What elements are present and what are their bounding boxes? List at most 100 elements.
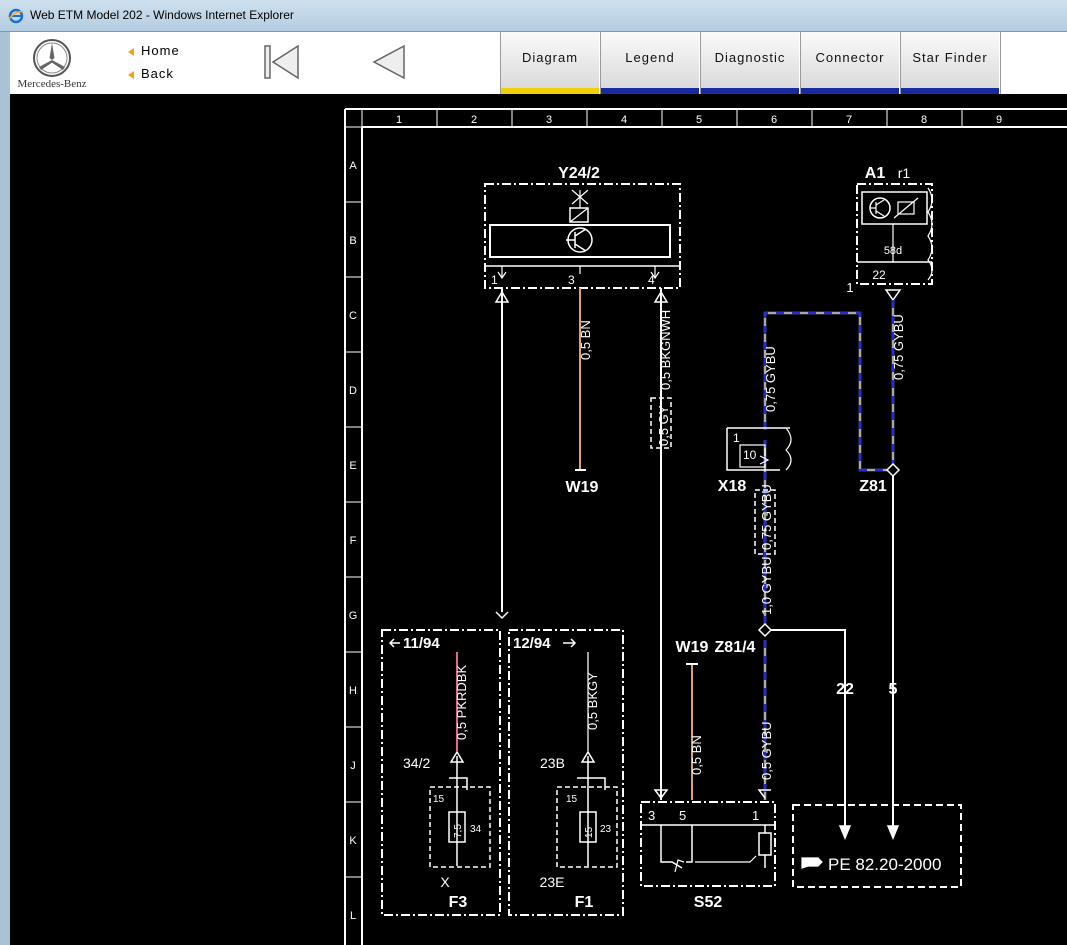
label-s52: S52: [694, 894, 723, 911]
wires-gybu[interactable]: [763, 300, 895, 800]
wire-label: 22: [836, 681, 854, 698]
previous-page-icon[interactable]: [368, 40, 412, 84]
arrow-left-icon: [388, 638, 400, 648]
back-link[interactable]: Back: [128, 66, 174, 81]
grid-row-label: K: [349, 835, 357, 847]
pin-label: 10: [743, 448, 757, 462]
grid-column-label: 8: [921, 114, 927, 126]
arrow-right-icon: [563, 638, 577, 648]
grid-row-label: L: [350, 910, 356, 922]
pe-reference-label: PE 82.20-2000: [828, 855, 941, 874]
grid-row-label: C: [349, 310, 357, 322]
component-s52[interactable]: [640, 789, 776, 887]
wire-label: 0,5 BKGNWH: [658, 310, 673, 390]
tab-divider: [1000, 32, 1001, 94]
grid-row-label: H: [349, 685, 357, 697]
grid-column-label: 7: [846, 114, 852, 126]
label-w19: W19: [676, 639, 709, 656]
wire-label: 0,5 GY: [656, 405, 671, 446]
grid-column-label: 6: [771, 114, 777, 126]
label-z81-4: Z81/4: [715, 639, 756, 656]
pin-label: 1: [752, 808, 759, 823]
wire-label: 0,75 GYBU: [759, 484, 774, 550]
grid-column-label: 5: [696, 114, 702, 126]
wire-label: 0,5 GYBU: [759, 721, 774, 780]
wire-label: 0,75 GYBU: [763, 346, 778, 412]
fuse-rating: 15: [584, 826, 595, 838]
tab-diagnostic[interactable]: Diagnostic: [700, 32, 799, 94]
grid-column-label: 2: [471, 114, 477, 126]
window-frame: [0, 32, 10, 945]
fuse-rating: 7,5: [453, 824, 464, 838]
wire-label: 1,0 GYBU: [759, 556, 774, 615]
label-z81: Z81: [859, 478, 887, 495]
orange-arrow-icon: [128, 47, 134, 56]
pin-label: 3: [568, 273, 575, 287]
ie-icon: [8, 8, 24, 24]
wire-label: 0,5 BKGY: [585, 672, 600, 730]
component-a1[interactable]: [856, 183, 933, 302]
pin-label: 15: [433, 794, 445, 805]
label-w19: W19: [566, 479, 599, 496]
first-page-icon[interactable]: [260, 40, 304, 84]
grid-row-labels: A B C D E F G H J K L: [345, 126, 362, 922]
pin-label: 34: [470, 824, 482, 835]
brand-label: Mercedes-Benz: [17, 78, 87, 90]
toolbar: Mercedes-Benz Home Back Diagram Legend D…: [10, 32, 1067, 94]
title-bar: Web ETM Model 202 - Windows Internet Exp…: [0, 0, 1067, 32]
pin-label: 5: [679, 808, 686, 823]
pin-label: 3: [648, 808, 655, 823]
label-a1: A1: [865, 165, 886, 182]
wire-bn-s52[interactable]: [686, 663, 698, 800]
pin-label: 1: [491, 273, 498, 287]
pin-label: 1: [733, 431, 740, 445]
grid-column-label: 9: [996, 114, 1002, 126]
label-f1: F1: [575, 894, 594, 911]
pin-label: 58d: [884, 245, 902, 257]
wiring-diagram[interactable]: 1 2 34 5 6 7 8 9 A B C D E F G H J K L Y24/2 1 3 4 0,5 BN…: [10, 94, 1067, 945]
grid-column-label: 4: [621, 114, 627, 126]
label-x18: X18: [718, 478, 747, 495]
reference-label: 11/94: [403, 635, 440, 652]
wires-y24-2[interactable]: [494, 288, 672, 800]
grid-column-labels: 1 2 3 4 5 6 7 8 9: [361, 109, 1002, 127]
grid-row-label: E: [349, 460, 356, 472]
component-f1[interactable]: [508, 629, 624, 916]
tab-connector[interactable]: Connector: [800, 32, 899, 94]
pin-label: 23E: [540, 874, 565, 890]
tab-diagram[interactable]: Diagram: [500, 32, 599, 94]
wire-label: 0,5 BN: [689, 735, 704, 775]
pin-label: 34/2: [403, 755, 430, 771]
orange-arrow-icon: [128, 70, 134, 79]
pin-label: X: [440, 874, 450, 890]
label-r1: r1: [898, 165, 911, 181]
tab-legend[interactable]: Legend: [600, 32, 699, 94]
pin-label: 23B: [540, 755, 565, 771]
wire-label: 0,75 GYBU: [891, 314, 906, 380]
pointing-hand-icon: [801, 857, 823, 869]
pe-reference-box[interactable]: [792, 804, 962, 888]
wire-label: 0,5 BN: [578, 320, 593, 360]
wire-label: 5: [889, 681, 898, 698]
grid-column-label: 1: [396, 114, 402, 126]
grid-row-label: F: [350, 535, 357, 547]
pin-label: 15: [566, 794, 578, 805]
wires-to-pe[interactable]: [771, 476, 900, 840]
wire-label: 0,5 PKRDBK: [454, 665, 469, 740]
diagram-frame: [344, 108, 1067, 945]
home-link[interactable]: Home: [128, 43, 180, 58]
tab-star-finder[interactable]: Star Finder: [900, 32, 999, 94]
grid-row-label: J: [350, 760, 356, 772]
reference-label: 12/94: [513, 635, 551, 652]
pin-label: 1: [846, 280, 853, 295]
label-f3: F3: [449, 894, 468, 911]
grid-row-label: G: [349, 610, 358, 622]
pin-label: 22: [872, 268, 886, 282]
component-f3[interactable]: [381, 629, 501, 916]
grid-row-label: D: [349, 385, 357, 397]
label-y24-2: Y24/2: [558, 165, 600, 182]
grid-column-label: 3: [546, 114, 552, 126]
window-title: Web ETM Model 202 - Windows Internet Exp…: [30, 8, 294, 22]
grid-row-label: B: [349, 235, 356, 247]
grid-row-label: A: [349, 160, 357, 172]
